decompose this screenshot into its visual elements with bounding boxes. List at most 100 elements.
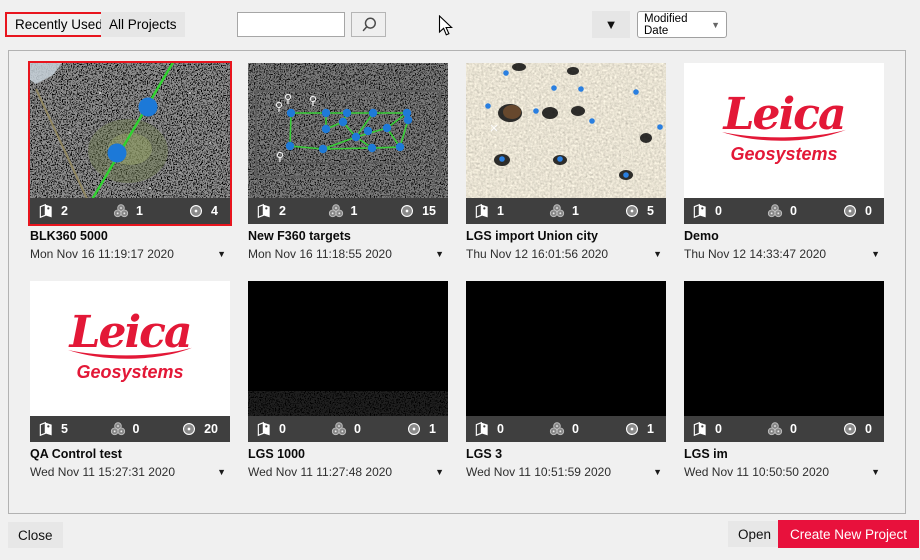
project-title: LGS im [684, 447, 884, 461]
project-thumbnail[interactable] [466, 63, 666, 198]
project-menu-chevron-icon[interactable]: ▼ [867, 247, 884, 261]
project-thumbnail[interactable] [30, 63, 230, 198]
project-title: LGS 3 [466, 447, 666, 461]
project-card[interactable]: 2 1 4 BLK360 5000 Mon Nov 16 11:19:17 20… [30, 63, 230, 261]
project-menu-chevron-icon[interactable]: ▼ [431, 465, 448, 479]
project-thumbnail[interactable] [248, 281, 448, 416]
project-thumbnail[interactable]: Leica Geosystems [30, 281, 230, 416]
project-stats: 0 0 1 [466, 416, 666, 442]
sort-direction-button[interactable]: ▼ [592, 11, 630, 38]
setups-icon [692, 203, 708, 219]
bundles-icon [110, 421, 126, 437]
setups-icon [474, 421, 490, 437]
targets-icon [181, 421, 197, 437]
targets-icon [624, 421, 640, 437]
project-modified-date: Mon Nov 16 11:19:17 2020 [30, 247, 174, 261]
search-input[interactable] [237, 12, 345, 37]
project-title: New F360 targets [248, 229, 448, 243]
leica-geosystems-logo: Leica Geosystems [684, 63, 884, 198]
project-thumbnail[interactable] [466, 281, 666, 416]
tab-recently-used[interactable]: Recently Used [5, 12, 113, 37]
bundle-count: 1 [136, 204, 143, 218]
leica-logo-subtitle: Geosystems [76, 362, 183, 383]
project-card[interactable]: 0 0 1 LGS 1000 Wed Nov 11 11:27:48 2020 … [248, 281, 448, 479]
bundle-count: 0 [354, 422, 361, 436]
target-count: 0 [865, 204, 872, 218]
mouse-cursor-icon [438, 15, 454, 37]
project-menu-chevron-icon[interactable]: ▼ [649, 247, 666, 261]
project-modified-date: Wed Nov 11 10:50:50 2020 [684, 465, 829, 479]
aerial-point-cloud-thumbnail-art [466, 63, 666, 198]
leica-logo-wordmark: Leica [724, 96, 845, 133]
close-button[interactable]: Close [8, 522, 63, 548]
project-thumbnail[interactable] [684, 281, 884, 416]
tab-recently-used-label: Recently Used [15, 17, 103, 32]
setup-count: 0 [497, 422, 504, 436]
project-menu-chevron-icon[interactable]: ▼ [213, 465, 230, 479]
project-stats: 5 0 20 [30, 416, 230, 442]
project-stats: 0 0 0 [684, 198, 884, 224]
project-thumbnail[interactable]: Leica Geosystems [684, 63, 884, 198]
setup-count: 2 [279, 204, 286, 218]
project-title: QA Control test [30, 447, 230, 461]
target-count: 4 [211, 204, 218, 218]
sort-field-value: Modified Date [644, 13, 707, 37]
project-card[interactable]: 1 1 5 LGS import Union city Thu Nov 12 1… [466, 63, 666, 261]
project-card[interactable]: Leica Geosystems 5 0 20 QA Control test … [30, 281, 230, 479]
setups-icon [256, 203, 272, 219]
project-title: Demo [684, 229, 884, 243]
bundle-count: 1 [572, 204, 579, 218]
tab-all-projects[interactable]: All Projects [101, 12, 185, 37]
project-thumbnail[interactable] [248, 63, 448, 198]
point-cloud-thumbnail-art [30, 63, 230, 198]
project-menu-chevron-icon[interactable]: ▼ [649, 465, 666, 479]
project-card[interactable]: 2 1 15 New F360 targets Mon Nov 16 11:18… [248, 63, 448, 261]
down-triangle-icon: ▼ [605, 17, 618, 32]
sort-field-dropdown[interactable]: Modified Date ▼ [637, 11, 727, 38]
target-count: 0 [865, 422, 872, 436]
project-menu-chevron-icon[interactable]: ▼ [431, 247, 448, 261]
project-modified-date: Wed Nov 11 10:51:59 2020 [466, 465, 611, 479]
project-card[interactable]: 0 0 1 LGS 3 Wed Nov 11 10:51:59 2020 ▼ [466, 281, 666, 479]
bundles-icon [331, 421, 347, 437]
bundles-icon [549, 203, 565, 219]
setup-count: 2 [61, 204, 68, 218]
leica-logo-subtitle: Geosystems [730, 144, 837, 165]
setup-count: 0 [279, 422, 286, 436]
setups-icon [474, 203, 490, 219]
chevron-down-icon: ▼ [711, 20, 720, 30]
setup-count: 0 [715, 204, 722, 218]
targets-icon [842, 421, 858, 437]
search-button[interactable] [351, 12, 386, 37]
project-modified-date: Wed Nov 11 15:27:31 2020 [30, 465, 175, 479]
project-menu-chevron-icon[interactable]: ▼ [213, 247, 230, 261]
leica-geosystems-logo: Leica Geosystems [30, 281, 230, 416]
create-new-project-button[interactable]: Create New Project [778, 520, 919, 548]
black-thumbnail-art [248, 281, 448, 416]
project-grid-panel: 2 1 4 BLK360 5000 Mon Nov 16 11:19:17 20… [8, 50, 906, 514]
setup-count: 5 [61, 422, 68, 436]
project-stats: 0 0 0 [684, 416, 884, 442]
bundles-icon [767, 203, 783, 219]
bundle-count: 0 [133, 422, 140, 436]
project-menu-chevron-icon[interactable]: ▼ [867, 465, 884, 479]
target-count: 1 [429, 422, 436, 436]
project-modified-date: Thu Nov 12 14:33:47 2020 [684, 247, 826, 261]
target-count: 5 [647, 204, 654, 218]
project-card[interactable]: Leica Geosystems 0 0 0 Demo Thu Nov 12 1… [684, 63, 884, 261]
project-card[interactable]: 0 0 0 LGS im Wed Nov 11 10:50:50 2020 ▼ [684, 281, 884, 479]
project-title: LGS import Union city [466, 229, 666, 243]
bundle-count: 0 [790, 422, 797, 436]
bundles-icon [113, 203, 129, 219]
setup-count: 0 [715, 422, 722, 436]
bundles-icon [767, 421, 783, 437]
leica-swoosh-icon [720, 129, 848, 141]
project-stats: 2 1 4 [30, 198, 230, 224]
setups-icon [256, 421, 272, 437]
project-title: LGS 1000 [248, 447, 448, 461]
bundle-count: 0 [790, 204, 797, 218]
open-button[interactable]: Open [728, 521, 781, 547]
targets-icon [842, 203, 858, 219]
project-modified-date: Mon Nov 16 11:18:55 2020 [248, 247, 392, 261]
bundle-count: 0 [572, 422, 579, 436]
